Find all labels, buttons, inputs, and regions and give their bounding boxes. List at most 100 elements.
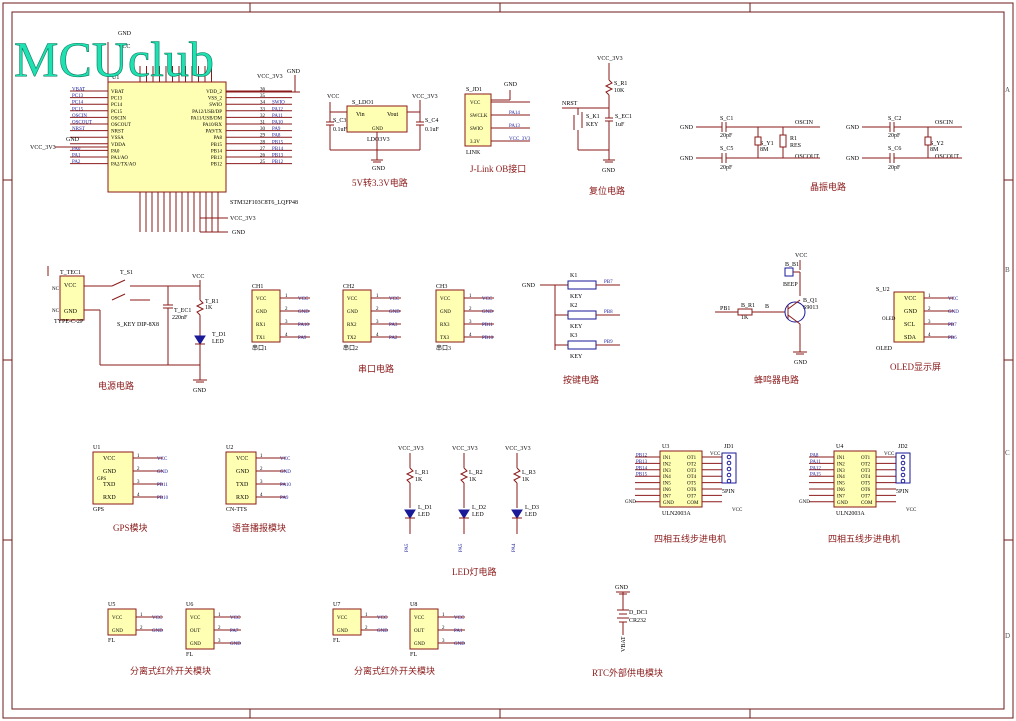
ir1-module-b-pin-label: VCC <box>190 616 201 621</box>
mcu-bottom-pins <box>139 192 219 232</box>
gps-ref: U1 <box>93 445 100 451</box>
crystal2-c1-val: 20pF <box>888 133 901 139</box>
mcu-pin-label: PA2/TX/AO <box>111 163 136 168</box>
serial-pin-label: TX1 <box>256 336 266 341</box>
gps-net-label: VCC <box>157 457 168 462</box>
serial-net-label: PA10 <box>298 323 309 328</box>
mcu-pin-number: 26 <box>260 154 266 159</box>
key-switch-body <box>567 280 597 290</box>
row-label-a: A <box>1005 86 1010 94</box>
uln-in-label: IN5 <box>837 482 845 487</box>
mcu-net-label: SWIO <box>272 101 285 106</box>
ldo-vcc: VCC <box>327 94 339 100</box>
gps-pin-label: VCC <box>103 456 115 462</box>
uln-in-label: IN4 <box>663 475 671 480</box>
gps-pin-label: TXD <box>103 482 116 488</box>
voice-net-label: VCC <box>280 457 291 462</box>
mcu-pin-label: VSSA <box>111 136 124 141</box>
serial-pin-label: RX1 <box>256 323 266 328</box>
schematic-sheet: A B C D U1 STM32F103C8T6_LQFP48 VBAT VBAT… <box>2 2 1014 719</box>
mcu-gnd-bottom-label: GND <box>232 230 246 236</box>
mcu-pin-number: 25 <box>260 160 266 165</box>
stepper2-block: U4 ULN2003A IN1 OT1 PA8 IN2 OT2 PA11 IN3 OT3 PA12 I… <box>799 444 917 517</box>
uln-in-label: IN7 <box>837 494 845 499</box>
ldo-c3: S_C3 <box>333 118 346 124</box>
uln-net-label: PB12 <box>636 454 648 459</box>
mcu-pin-label: SWIO <box>209 103 222 108</box>
ir2-module-a-pin-label: GND <box>337 629 348 634</box>
gps-title: GPS模块 <box>113 522 148 533</box>
buzzer-b-label: B <box>765 304 769 310</box>
voice-pin-label: VCC <box>236 456 248 462</box>
uln-ref: U4 <box>836 444 843 450</box>
rtc-ref: D_DC1 <box>629 610 648 616</box>
stepper1-title: 四相五线步进电机 <box>654 533 726 544</box>
mcuclub-logo: MCUclub <box>14 31 214 87</box>
ir1-module-a-net-label: GND <box>152 629 163 634</box>
jlink-pin-label: 3.3V <box>470 140 480 145</box>
jd-pin <box>726 478 732 484</box>
power-sw-ref: T_S1 <box>120 270 133 276</box>
reset-r-val: 10K <box>614 88 625 94</box>
led-resistor <box>512 467 522 484</box>
ir1-module-b-net-label: GND <box>230 642 241 647</box>
power-sw-part: S_KEY DIP-8X8 <box>117 322 159 328</box>
jlink-block: S_JD1 LINK VCC SWCLK PA14 SWIO PA13 3.3V VCC_3… <box>464 82 531 174</box>
led-r-ref: L_R3 <box>522 470 536 476</box>
mcu-vcc-right-label: VCC_3V3 <box>257 74 283 80</box>
key-net-label: PB8 <box>604 310 613 315</box>
serial-pin-label: RX3 <box>440 323 450 328</box>
mcu-net-label: PB12 <box>272 160 284 165</box>
reset-cap: S_EC1 <box>615 114 632 120</box>
uln-out-label: OT3 <box>861 469 871 474</box>
rtc-net: VBAT <box>621 636 627 652</box>
crystal2-y-val: 8M <box>930 147 939 153</box>
mcu-net-label: OSCOUT <box>72 121 92 126</box>
jd-connector-body <box>721 452 737 484</box>
ldo-vout: Vout <box>387 112 399 118</box>
power-pin-vcc: VCC <box>64 283 76 289</box>
power-conn-part: TYPE-C-2P <box>54 319 84 325</box>
jlink-net-label: VCC_3V3 <box>509 137 531 142</box>
rtc-block: GND D_DC1 CR232 VBAT RTC外部供电模块 <box>592 585 663 678</box>
power-cap-val: 220nF <box>172 315 188 321</box>
led-net-label: PA5 <box>405 543 410 552</box>
jd-pin <box>900 460 906 466</box>
mcu-net-label: PA2 <box>72 160 81 165</box>
buzzer-r: B_R1 <box>741 303 755 309</box>
jd-part: 5PIN <box>896 489 909 495</box>
key-part: KEY <box>570 294 583 300</box>
mcu-pin-label: PA9/TX <box>206 130 223 135</box>
mcu-net-label: PA8 <box>272 134 281 139</box>
reset-key: S_K1 <box>586 114 600 120</box>
gps-pin-label: RXD <box>103 495 116 501</box>
ldo-part: LDO3V3 <box>367 137 390 143</box>
ir1-module-b-pin-label: GND <box>190 642 201 647</box>
power-nc-1: NC <box>52 287 60 292</box>
reset-key-part: KEY <box>586 122 599 128</box>
led-d-part: LED <box>472 512 484 518</box>
rtc-title: RTC外部供电模块 <box>592 667 663 678</box>
jlink-gnd: GND <box>504 82 518 88</box>
serial-port-ref: CH3 <box>436 284 447 290</box>
uln-in-label: IN1 <box>837 456 845 461</box>
crystal2-block: GND GND S_C2 20pF S_C6 20pF S_Y2 8M OSCI… <box>846 116 962 171</box>
mcu-net-label: PA9 <box>272 127 281 132</box>
uln-out-label: OT1 <box>861 456 871 461</box>
uln-in-label: IN3 <box>837 469 845 474</box>
voice-block: U2 CN-TTS VCC 1VCCGND 2GNDTXD 3PA10RXD 4PA9 … <box>225 445 291 533</box>
row-label-c: C <box>1005 449 1010 457</box>
ir1-title: 分离式红外开关模块 <box>130 665 211 676</box>
uln-out-label: OT1 <box>687 456 697 461</box>
crystal2-net1: OSCIN <box>935 120 954 126</box>
uln-out-label: OT3 <box>687 469 697 474</box>
led-vcc-label: VCC_3V3 <box>505 446 531 452</box>
crystal2-c2: S_C6 <box>888 146 901 152</box>
uln-part: ULN2003A <box>662 511 691 517</box>
led-resistor <box>459 467 469 484</box>
ir-modules: U5FLVCC1VCCGND2GNDU6FLVCC1VCCOUT2PA7GND3… <box>107 602 465 658</box>
uln-in-label: GND <box>837 501 848 506</box>
mcu-pin-label: VDD_2 <box>206 90 222 95</box>
power-led-part: LED <box>212 339 224 345</box>
mcu-pin-label: OSCOUT <box>111 123 131 128</box>
